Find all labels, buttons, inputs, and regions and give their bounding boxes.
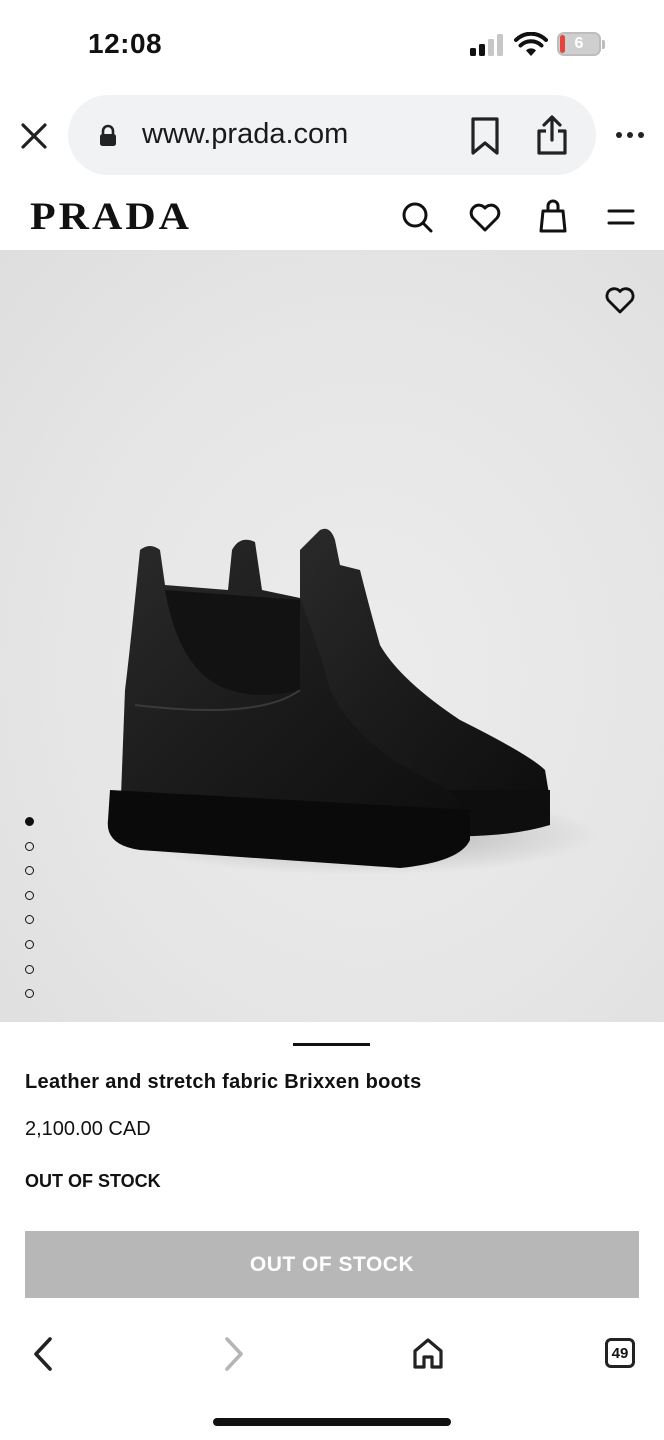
close-icon[interactable] [20, 122, 48, 150]
gallery-dot[interactable] [25, 915, 34, 924]
stock-status: OUT OF STOCK [25, 1171, 161, 1191]
gallery-dot[interactable] [25, 940, 34, 949]
url-text[interactable]: www.prada.com [142, 118, 348, 151]
more-icon[interactable] [615, 131, 645, 139]
gallery-dot[interactable] [25, 989, 34, 998]
battery-icon: 6 [557, 32, 601, 56]
tabs-icon[interactable]: 49 [605, 1338, 635, 1368]
battery-level: 6 [574, 35, 584, 52]
wishlist-heart-icon[interactable] [605, 287, 635, 314]
forward-icon[interactable] [223, 1336, 245, 1372]
gallery-dot[interactable] [25, 842, 34, 851]
home-indicator [213, 1418, 451, 1426]
out-of-stock-button[interactable]: OUT OF STOCK [25, 1231, 639, 1298]
gallery-dot[interactable] [25, 866, 34, 875]
drawer-handle[interactable] [293, 1043, 370, 1046]
wifi-icon [514, 32, 548, 56]
heart-icon[interactable] [469, 203, 501, 232]
gallery-dot[interactable] [25, 891, 34, 900]
bag-icon[interactable] [538, 199, 568, 233]
boots-illustration [107, 528, 600, 875]
product-title: Leather and stretch fabric Brixxen boots [25, 1071, 422, 1093]
gallery-dot[interactable] [25, 817, 34, 826]
product-price: 2,100.00 CAD [25, 1118, 151, 1140]
prada-logo[interactable]: PRADA [30, 195, 192, 239]
share-icon[interactable] [535, 114, 569, 156]
home-icon[interactable] [411, 1336, 445, 1370]
lock-icon [100, 124, 116, 146]
menu-icon[interactable] [607, 208, 635, 226]
status-time: 12:08 [88, 28, 163, 59]
gallery-dot[interactable] [25, 965, 34, 974]
search-icon[interactable] [401, 201, 433, 233]
product-image[interactable] [0, 250, 664, 1022]
battery-tip [602, 40, 605, 49]
bookmark-icon[interactable] [469, 116, 501, 156]
back-icon[interactable] [32, 1336, 54, 1372]
cellular-signal-icon [470, 34, 503, 56]
